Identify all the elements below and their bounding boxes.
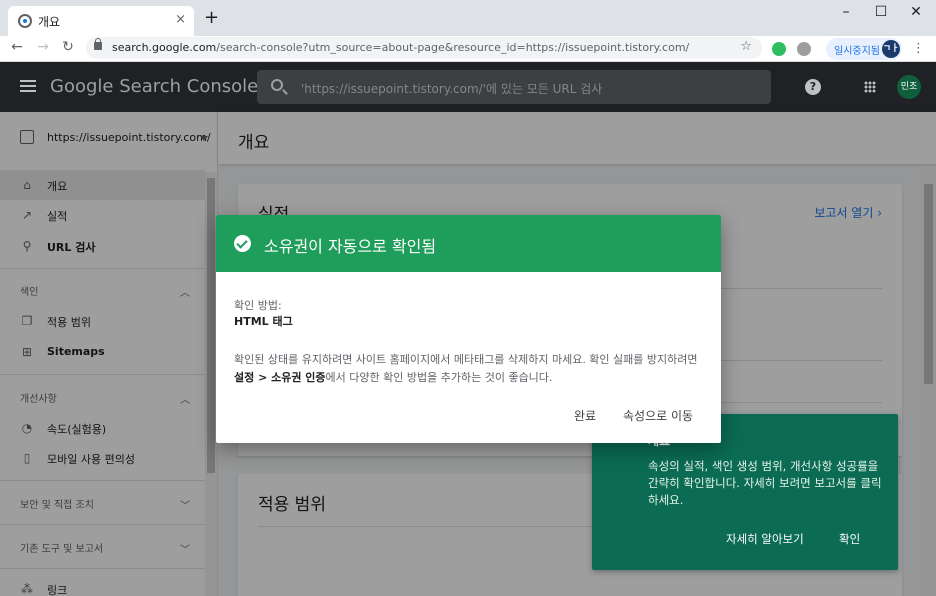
window-close-button[interactable]: ✕ — [896, 4, 936, 20]
extension-icon[interactable] — [797, 42, 811, 56]
settings-path: 설정 > 소유권 인증 — [234, 371, 326, 384]
minimize-button[interactable]: – — [826, 4, 866, 20]
check-circle-icon — [234, 235, 251, 252]
tooltip-body: 속성의 실적, 색인 생성 범위, 개선사항 성공률을 간략히 확인합니다. 자… — [648, 459, 882, 507]
reload-button[interactable]: ↻ — [58, 39, 78, 55]
dialog-body-text: 에서 다양한 확인 방법을 추가하는 것이 좋습니다. — [325, 371, 553, 384]
dialog-header: 소유권이 자동으로 확인됨 — [216, 215, 721, 272]
url-path: /search-console?utm_source=about-page&re… — [216, 41, 690, 54]
forward-button[interactable]: → — [33, 39, 53, 55]
new-tab-button[interactable]: + — [204, 9, 219, 27]
browser-toolbar: ← → ↻ search.google.com/search-console?u… — [0, 36, 936, 62]
verification-method-value: HTML 태그 — [234, 315, 293, 328]
help-icon[interactable]: ? — [805, 79, 821, 95]
tab-close-icon[interactable]: × — [175, 12, 186, 27]
app-brand[interactable]: Google Search Console — [50, 76, 258, 97]
search-icon — [271, 79, 283, 91]
tab-title: 개요 — [38, 15, 61, 29]
learn-more-button[interactable]: 자세히 알아보기 — [726, 531, 804, 547]
dialog-body: 확인된 상태를 유지하려면 사이트 홈페이지에서 메타태그를 삭제하지 마세요.… — [234, 351, 704, 387]
browser-tab-strip: 개요 × + – ☐ ✕ — [0, 0, 936, 36]
evernote-extension-icon[interactable] — [772, 42, 786, 56]
url-host: search.google.com — [112, 41, 217, 54]
apps-grid-icon[interactable] — [864, 81, 876, 93]
back-button[interactable]: ← — [7, 39, 27, 55]
search-placeholder: 'https://issuepoint.tistory.com/'에 있는 모든… — [301, 82, 603, 96]
tooltip-confirm-button[interactable]: 확인 — [839, 531, 860, 547]
search-console-favicon-icon — [18, 14, 32, 28]
bookmark-star-icon[interactable]: ☆ — [740, 39, 752, 54]
address-bar[interactable]: search.google.com/search-console?utm_sou… — [86, 37, 762, 59]
go-to-property-button[interactable]: 속성으로 이동 — [623, 407, 693, 424]
ownership-verified-dialog: 소유권이 자동으로 확인됨 확인 방법: HTML 태그 확인된 상태를 유지하… — [216, 215, 721, 443]
hamburger-menu-icon[interactable] — [20, 80, 36, 92]
url-text: search.google.com/search-console?utm_sou… — [112, 41, 689, 54]
browser-tab[interactable]: 개요 × — [8, 6, 194, 36]
dialog-title: 소유권이 자동으로 확인됨 — [264, 237, 437, 256]
profile-status: 일시중지됨 — [834, 46, 880, 57]
lock-icon — [94, 38, 102, 50]
url-inspection-search[interactable]: 'https://issuepoint.tistory.com/'에 있는 모든… — [257, 70, 771, 104]
verification-method-label: 확인 방법: — [234, 299, 282, 312]
user-avatar[interactable]: 민조 — [897, 75, 921, 99]
profile-avatar: ㄱㅏ — [882, 40, 900, 58]
done-button[interactable]: 완료 — [574, 407, 596, 424]
profile-chip[interactable]: 일시중지됨 ㄱㅏ — [826, 38, 902, 60]
maximize-button[interactable]: ☐ — [861, 4, 901, 20]
dialog-body-text: 확인된 상태를 유지하려면 사이트 홈페이지에서 메타태그를 삭제하지 마세요.… — [234, 353, 698, 366]
browser-menu-icon[interactable]: ⋮ — [912, 41, 925, 56]
app-header: Google Search Console 'https://issuepoin… — [0, 62, 936, 112]
